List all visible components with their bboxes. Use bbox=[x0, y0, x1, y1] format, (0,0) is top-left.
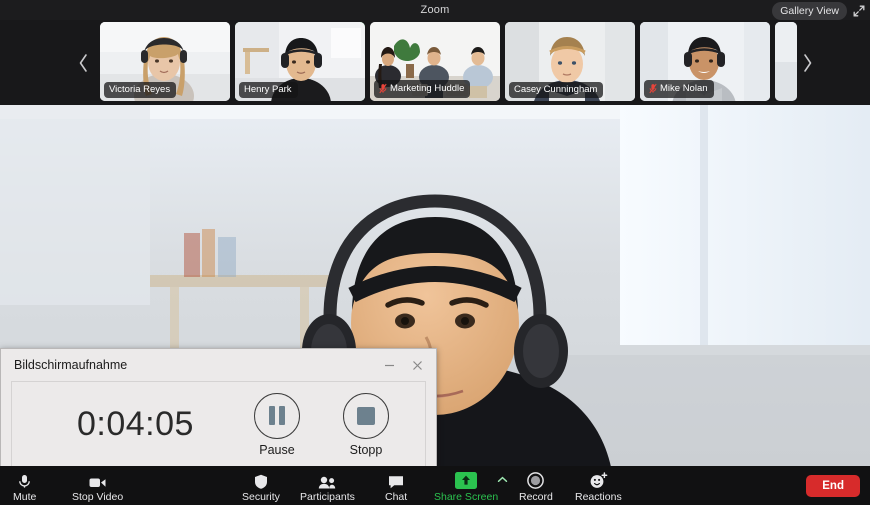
toolbar-button-share-screen[interactable]: Share Screen bbox=[434, 472, 499, 503]
participant-badge: Henry Park bbox=[239, 81, 298, 98]
recording-elapsed-time: 0:04:05 bbox=[77, 405, 194, 443]
toolbar-button-security[interactable]: Security bbox=[242, 473, 280, 503]
stop-icon bbox=[343, 392, 389, 439]
participant-badge: Mike Nolan bbox=[644, 80, 714, 98]
dialog-title-bar: Bildschirmaufnahme bbox=[1, 349, 436, 381]
toolbar-button-participants[interactable]: Participants bbox=[300, 473, 355, 503]
toolbar-button-stop-video[interactable]: Stop Video bbox=[72, 473, 123, 503]
close-icon[interactable] bbox=[404, 354, 430, 376]
expand-arrows-icon[interactable] bbox=[852, 4, 866, 18]
participant-thumbnail[interactable]: Mike Nolan bbox=[640, 22, 770, 101]
recording-controls: Pause Stopp bbox=[248, 392, 395, 457]
chat-bubble-icon bbox=[388, 473, 404, 489]
toolbar-label: Chat bbox=[385, 491, 408, 503]
caret-up-icon[interactable] bbox=[497, 475, 508, 485]
dialog-content: 0:04:05 Pause Stopp bbox=[11, 381, 426, 468]
participant-name: Casey Cunningham bbox=[514, 83, 598, 95]
filmstrip-thumbnails: Victoria Reyes Henry Park Marketing Hudd… bbox=[100, 22, 797, 103]
filmstrip-next-button[interactable] bbox=[786, 20, 828, 105]
toolbar-label: Record bbox=[519, 491, 553, 503]
record-circle-icon bbox=[527, 472, 545, 489]
window-title: Zoom bbox=[420, 4, 450, 16]
toolbar-label: Security bbox=[242, 491, 280, 503]
pause-label: Pause bbox=[259, 442, 295, 457]
microphone-muted-icon bbox=[649, 83, 657, 94]
gallery-view-button[interactable]: Gallery View bbox=[772, 2, 847, 20]
participant-thumbnail[interactable]: Marketing Huddle bbox=[370, 22, 500, 101]
toolbar-label: Participants bbox=[300, 491, 355, 503]
video-camera-icon bbox=[89, 473, 106, 489]
end-meeting-button[interactable]: End bbox=[806, 475, 860, 497]
participant-badge: Marketing Huddle bbox=[374, 80, 471, 98]
participant-thumbnail[interactable]: Henry Park bbox=[235, 22, 365, 101]
toolbar-button-reactions[interactable]: Reactions bbox=[575, 472, 622, 503]
dialog-title: Bildschirmaufnahme bbox=[14, 358, 128, 372]
zoom-meeting-window: Zoom Gallery View Victoria Reyes Henry P… bbox=[0, 0, 870, 505]
window-title-bar: Zoom Gallery View bbox=[0, 0, 870, 20]
toolbar-label: Mute bbox=[13, 491, 37, 503]
reactions-smiley-icon bbox=[589, 472, 608, 489]
participant-badge: Victoria Reyes bbox=[104, 81, 177, 98]
screen-recording-dialog[interactable]: Bildschirmaufnahme 0:04:05 Pause Stopp bbox=[0, 348, 437, 482]
toolbar-label: Share Screen bbox=[434, 491, 499, 503]
participant-name: Marketing Huddle bbox=[390, 82, 465, 94]
stop-button[interactable]: Stopp bbox=[337, 392, 395, 457]
participant-name: Victoria Reyes bbox=[109, 83, 171, 95]
share-screen-icon bbox=[455, 472, 478, 489]
microphone-muted-icon bbox=[379, 83, 387, 94]
dialog-window-controls bbox=[376, 354, 430, 376]
participant-filmstrip: Victoria Reyes Henry Park Marketing Hudd… bbox=[0, 20, 870, 105]
shield-icon bbox=[254, 473, 268, 489]
participant-name: Mike Nolan bbox=[660, 82, 708, 94]
toolbar-button-chat[interactable]: Chat bbox=[385, 473, 407, 503]
participant-thumbnail[interactable]: Casey Cunningham bbox=[505, 22, 635, 101]
participant-badge: Casey Cunningham bbox=[509, 81, 604, 98]
toolbar-button-record[interactable]: Record bbox=[519, 472, 553, 503]
minimize-icon[interactable] bbox=[376, 354, 402, 376]
toolbar-button-mute[interactable]: Mute bbox=[13, 473, 36, 503]
meeting-toolbar: Mute Stop Video Security Participants Ch bbox=[0, 466, 870, 505]
toolbar-label: Stop Video bbox=[72, 491, 124, 503]
participant-thumbnail[interactable]: Victoria Reyes bbox=[100, 22, 230, 101]
filmstrip-prev-button[interactable] bbox=[62, 20, 104, 105]
pause-icon bbox=[254, 392, 300, 439]
microphone-icon bbox=[17, 473, 32, 489]
participant-name: Henry Park bbox=[244, 83, 292, 95]
pause-button[interactable]: Pause bbox=[248, 392, 306, 457]
toolbar-label: Reactions bbox=[575, 491, 622, 503]
participants-icon bbox=[318, 473, 336, 489]
title-bar-controls: Gallery View bbox=[772, 2, 866, 20]
stop-label: Stopp bbox=[349, 442, 383, 457]
